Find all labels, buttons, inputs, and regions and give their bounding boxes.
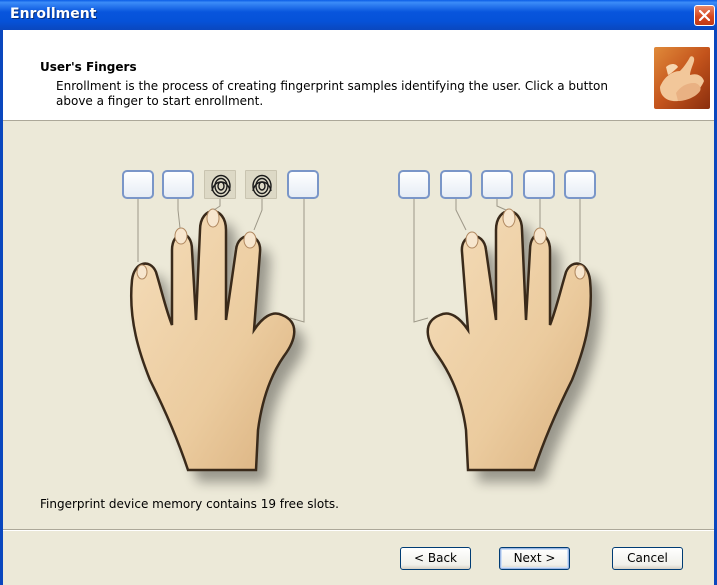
back-button[interactable]: < Back [400, 547, 471, 570]
window-border-left [0, 30, 3, 585]
right-thumb-slot[interactable] [398, 170, 430, 199]
left-little-finger-slot[interactable] [122, 170, 154, 199]
left-index-finger-slot[interactable] [245, 170, 277, 199]
footer-divider [0, 529, 717, 531]
right-middle-finger-slot[interactable] [481, 170, 513, 199]
memory-status-text: Fingerprint device memory contains 19 fr… [40, 497, 339, 511]
left-middle-finger-slot[interactable] [204, 170, 236, 199]
left-ring-finger-slot[interactable] [162, 170, 194, 199]
fingerprint-icon [252, 174, 272, 198]
right-hand [426, 210, 592, 472]
left-thumb-slot[interactable] [287, 170, 319, 199]
fingerprint-icon [211, 174, 231, 198]
cancel-button[interactable]: Cancel [612, 547, 683, 570]
right-little-finger-slot[interactable] [564, 170, 596, 199]
right-ring-finger-slot[interactable] [523, 170, 555, 199]
right-index-finger-slot[interactable] [440, 170, 472, 199]
next-button[interactable]: Next > [499, 547, 570, 570]
left-hand [130, 210, 296, 472]
enrollment-window: Enrollment User's Fingers Enrollment is … [0, 0, 717, 585]
